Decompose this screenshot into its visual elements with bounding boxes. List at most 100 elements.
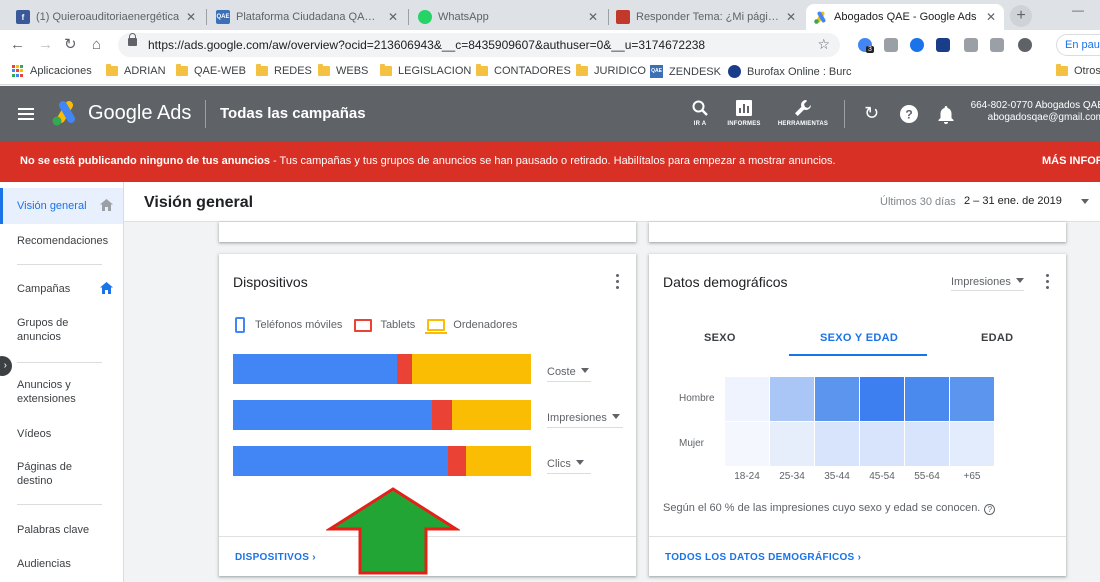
page-header: Visión general Últimos 30 días 2 – 31 en… <box>124 182 1100 222</box>
sidebar-item-recommendations[interactable]: Recomendaciones <box>0 234 123 248</box>
bar-segment-desktop[interactable] <box>452 400 531 430</box>
browser-tab-whatsapp[interactable]: WhatsApp ✕ <box>410 4 606 30</box>
bookmark-folder[interactable]: JURIDICO <box>576 64 646 77</box>
heatmap-cell[interactable] <box>725 377 769 421</box>
bookmark-folder[interactable]: WEBS <box>318 64 368 77</box>
menu-icon[interactable] <box>18 108 34 120</box>
metric-select[interactable]: Clics <box>547 458 591 474</box>
browser-tab-plataforma[interactable]: QAE Plataforma Ciudadana QAE - Ag ✕ <box>208 4 406 30</box>
bar-segment-desktop[interactable] <box>412 354 531 384</box>
heatmap-cell[interactable] <box>860 422 904 466</box>
all-demographics-link[interactable]: TODOS LOS DATOS DEMOGRÁFICOS › <box>665 552 861 563</box>
sidebar-item-campaigns[interactable]: Campañas <box>0 282 123 296</box>
close-tab-icon[interactable]: ✕ <box>786 10 796 24</box>
camera-extension-icon[interactable] <box>964 38 978 52</box>
bookmark-extension-icon[interactable] <box>936 38 950 52</box>
metric-select[interactable]: Impresiones <box>547 412 623 428</box>
close-tab-icon[interactable]: ✕ <box>186 10 196 24</box>
heatmap-cell[interactable] <box>815 377 859 421</box>
browser-tab-facebook[interactable]: f (1) Quieroauditoriaenergética ✕ <box>8 4 204 30</box>
bar-segment-tablet[interactable] <box>397 354 413 384</box>
sidebar-item-ads-extensions[interactable]: Anuncios y extensiones <box>0 378 123 406</box>
heatmap-cell[interactable] <box>950 377 994 421</box>
heatmap-cell[interactable] <box>770 422 814 466</box>
reload-icon[interactable]: ↻ <box>64 36 77 54</box>
sidebar-item-keywords[interactable]: Palabras clave <box>0 523 123 537</box>
tab-sex-and-age[interactable]: SEXO Y EDAD <box>820 332 898 344</box>
bar-segment-mobile[interactable] <box>233 400 433 430</box>
close-tab-icon[interactable]: ✕ <box>388 10 398 24</box>
sidebar-item-landing-pages[interactable]: Páginas de destino <box>0 460 123 488</box>
sidebar-item-videos[interactable]: Vídeos <box>0 427 123 441</box>
browser-tab-google-ads[interactable]: Abogados QAE - Google Ads ✕ <box>806 4 1004 30</box>
avatar-extension-icon[interactable] <box>1018 38 1032 52</box>
bar-segment-tablet[interactable] <box>447 446 466 476</box>
sidebar-item-overview[interactable]: Visión general <box>0 188 123 224</box>
help-icon[interactable]: ? <box>900 105 918 126</box>
new-tab-button[interactable]: + <box>1010 5 1032 27</box>
tools-button[interactable]: HERRAMIENTAS <box>774 98 832 127</box>
bookmark-burofax[interactable]: Burofax Online : Burc <box>728 65 852 78</box>
device-stacked-bar[interactable] <box>233 446 531 476</box>
bookmark-folder[interactable]: REDES <box>256 64 312 77</box>
sidebar-divider <box>17 504 102 505</box>
sidebar-item-ad-groups[interactable]: Grupos de anuncios <box>0 316 123 344</box>
metric-select[interactable]: Coste <box>547 366 591 382</box>
browser-tab-responder[interactable]: Responder Tema: ¿Mi página no ✕ <box>608 4 804 30</box>
download-extension-icon[interactable] <box>990 38 1004 52</box>
extension-badge: 3 <box>866 46 874 53</box>
demographics-metric-select[interactable]: Impresiones <box>951 276 1024 291</box>
date-range-selector[interactable]: 2 – 31 ene. de 2019 <box>964 195 1062 207</box>
tab-age[interactable]: EDAD <box>981 332 1013 344</box>
heatmap-cell[interactable] <box>905 377 949 421</box>
more-options-icon[interactable] <box>616 274 620 292</box>
heatmap-cell[interactable] <box>905 422 949 466</box>
device-stacked-bar[interactable] <box>233 354 531 384</box>
bar-segment-mobile[interactable] <box>233 354 398 384</box>
heatmap-cell[interactable] <box>770 377 814 421</box>
url-input[interactable]: https://ads.google.com/aw/overview?ocid=… <box>118 33 840 57</box>
banner-more-info-link[interactable]: MÁS INFOR <box>1042 155 1100 167</box>
bar-segment-tablet[interactable] <box>432 400 453 430</box>
notifications-bell-icon[interactable] <box>938 106 954 127</box>
heatmap-cell[interactable] <box>815 422 859 466</box>
home-icon[interactable]: ⌂ <box>92 36 101 54</box>
heatmap-cell[interactable] <box>950 422 994 466</box>
bookmark-zendesk[interactable]: QAE ZENDESK <box>650 65 721 78</box>
vimeo-extension-icon[interactable] <box>910 38 924 52</box>
sidebar-expand-chevron-icon[interactable]: › <box>0 356 12 376</box>
refresh-icon[interactable]: ↻ <box>864 103 879 124</box>
bookmark-apps[interactable]: Aplicaciones <box>12 65 92 77</box>
chevron-down-icon[interactable] <box>1081 199 1089 204</box>
heatmap-cell[interactable] <box>860 377 904 421</box>
tab-sex[interactable]: SEXO <box>704 332 736 344</box>
bookmark-folder[interactable]: QAE-WEB <box>176 64 246 77</box>
bar-segment-desktop[interactable] <box>465 446 531 476</box>
campaign-scope-title[interactable]: Todas las campañas <box>220 105 366 122</box>
bookmark-other-folder[interactable]: Otros <box>1056 64 1100 77</box>
back-icon[interactable]: ← <box>10 36 25 54</box>
heatmap-cell[interactable] <box>725 422 769 466</box>
close-tab-icon[interactable]: ✕ <box>986 10 996 24</box>
tablet-icon <box>354 318 373 332</box>
bookmark-folder[interactable]: CONTADORES <box>476 64 571 77</box>
bookmark-folder[interactable]: ADRIAN <box>106 64 166 77</box>
puzzle-extension-icon[interactable] <box>884 38 898 52</box>
more-options-icon[interactable] <box>1046 274 1050 292</box>
sidebar-item-audiences[interactable]: Audiencias <box>0 557 123 571</box>
profile-button[interactable]: En paus <box>1056 34 1100 56</box>
sidebar-item-label: Vídeos <box>17 428 52 440</box>
device-stacked-bar[interactable] <box>233 400 531 430</box>
reports-button[interactable]: INFORMES <box>722 98 766 127</box>
close-tab-icon[interactable]: ✕ <box>588 10 598 24</box>
account-info[interactable]: 664-802-0770 Abogados QAE abogadosqae@gm… <box>964 100 1100 124</box>
bookmark-folder[interactable]: LEGISLACION <box>380 64 471 77</box>
bookmark-star-icon[interactable]: ☆ <box>817 36 830 53</box>
date-range-prefix: Últimos 30 días <box>880 196 956 208</box>
devices-link[interactable]: DISPOSITIVOS › <box>235 552 316 563</box>
forward-icon[interactable]: → <box>38 36 53 54</box>
minimize-icon[interactable]: — <box>1072 3 1084 17</box>
help-icon[interactable]: ? <box>984 504 996 515</box>
bar-segment-mobile[interactable] <box>233 446 448 476</box>
go-to-button[interactable]: IR A <box>686 98 714 127</box>
